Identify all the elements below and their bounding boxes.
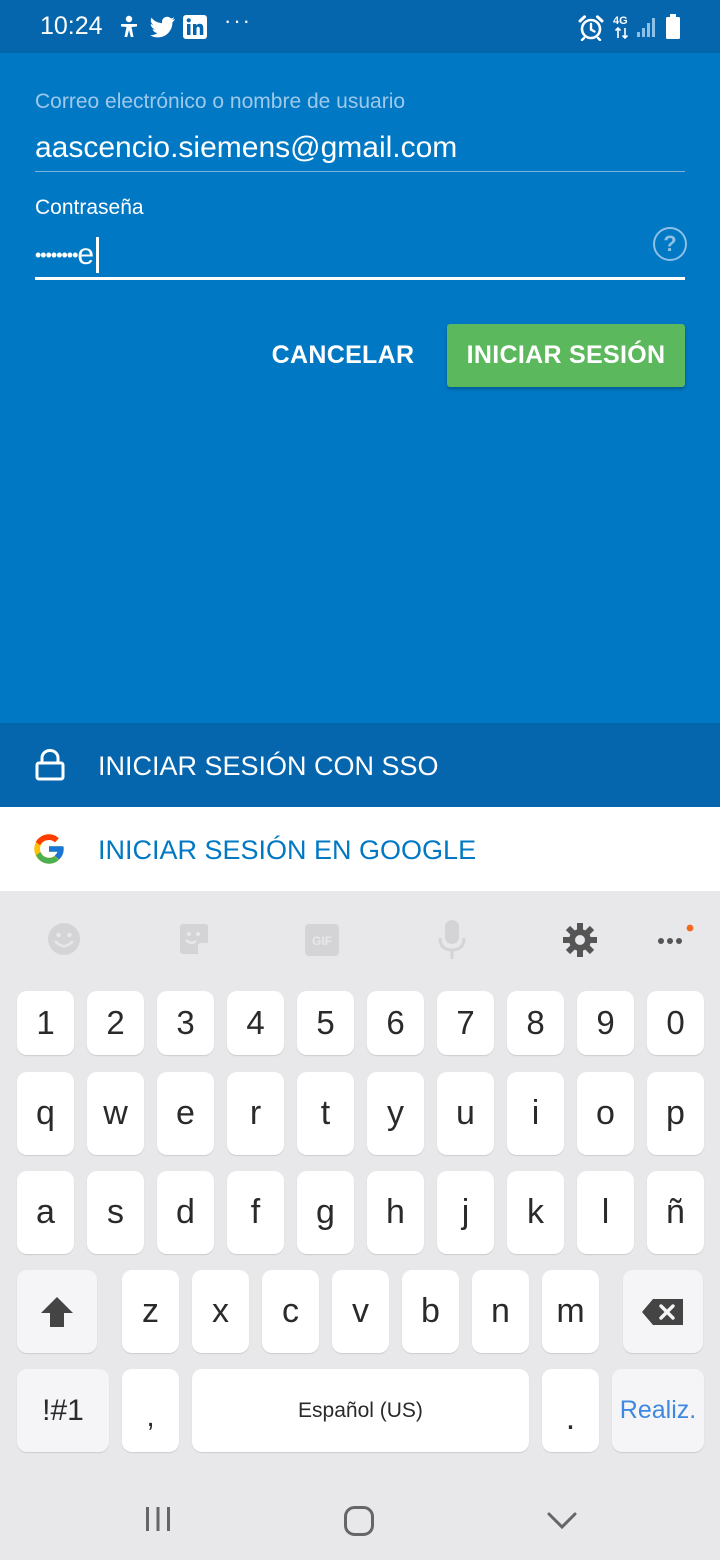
- battery-icon: [665, 14, 681, 45]
- key-c[interactable]: c: [262, 1270, 319, 1353]
- shift-key[interactable]: [17, 1270, 97, 1353]
- password-label: Contraseña: [35, 196, 144, 219]
- signin-button[interactable]: INICIAR SESIÓN: [447, 324, 685, 387]
- cancel-button[interactable]: CANCELAR: [262, 324, 424, 387]
- key-w[interactable]: w: [87, 1072, 144, 1155]
- key-x[interactable]: x: [192, 1270, 249, 1353]
- recents-icon[interactable]: [144, 1504, 172, 1539]
- status-time: 10:24: [40, 12, 103, 40]
- text-caret: [96, 237, 100, 273]
- key-v[interactable]: v: [332, 1270, 389, 1353]
- alarm-icon: [578, 15, 604, 46]
- 4g-icon: 4G: [612, 13, 634, 46]
- key-r[interactable]: r: [227, 1072, 284, 1155]
- key-8[interactable]: 8: [507, 991, 564, 1055]
- key-k[interactable]: k: [507, 1171, 564, 1254]
- key-h[interactable]: h: [367, 1171, 424, 1254]
- accessibility-icon: [118, 15, 140, 44]
- sso-label: INICIAR SESIÓN CON SSO: [98, 751, 439, 781]
- keyboard: GIF 1 2 3 4 5 6 7 8 9 0 q w e r t y u i …: [0, 891, 720, 1480]
- email-label: Correo electrónico o nombre de usuario: [35, 90, 406, 113]
- key-4[interactable]: 4: [227, 991, 284, 1055]
- comma-key[interactable]: ,: [122, 1369, 179, 1452]
- shift-icon: [41, 1296, 73, 1327]
- key-l[interactable]: l: [577, 1171, 634, 1254]
- google-icon: [31, 831, 67, 872]
- gif-icon[interactable]: GIF: [305, 924, 339, 961]
- key-9[interactable]: 9: [577, 991, 634, 1055]
- navigation-bar: [0, 1480, 720, 1560]
- key-f[interactable]: f: [227, 1171, 284, 1254]
- twitter-icon: [150, 16, 176, 43]
- key-7[interactable]: 7: [437, 991, 494, 1055]
- symbols-key[interactable]: !#1: [17, 1369, 109, 1452]
- linkedin-icon: [183, 15, 207, 44]
- key-p[interactable]: p: [647, 1072, 704, 1155]
- key-e[interactable]: e: [157, 1072, 214, 1155]
- signal-icon: [636, 16, 658, 43]
- sticker-icon[interactable]: [176, 921, 212, 962]
- microphone-icon[interactable]: [437, 919, 467, 966]
- key-y[interactable]: y: [367, 1072, 424, 1155]
- key-m[interactable]: m: [542, 1270, 599, 1353]
- key-z[interactable]: z: [122, 1270, 179, 1353]
- key-0[interactable]: 0: [647, 991, 704, 1055]
- more-options-icon[interactable]: [656, 922, 696, 957]
- email-field[interactable]: aascencio.siemens@gmail.com: [35, 131, 457, 165]
- password-mask: ••••••••: [35, 244, 78, 265]
- backspace-key[interactable]: [623, 1270, 703, 1353]
- key-d[interactable]: d: [157, 1171, 214, 1254]
- key-n[interactable]: n: [472, 1270, 529, 1353]
- password-field[interactable]: •••••••• e: [35, 237, 100, 273]
- back-icon[interactable]: [546, 1510, 578, 1537]
- key-i[interactable]: i: [507, 1072, 564, 1155]
- key-6[interactable]: 6: [367, 991, 424, 1055]
- home-icon[interactable]: [343, 1505, 375, 1542]
- key-u[interactable]: u: [437, 1072, 494, 1155]
- google-signin-button[interactable]: INICIAR SESIÓN EN GOOGLE: [0, 807, 720, 891]
- help-icon[interactable]: ?: [653, 227, 687, 261]
- period-key[interactable]: .: [542, 1369, 599, 1452]
- svg-text:GIF: GIF: [312, 934, 332, 948]
- key-t[interactable]: t: [297, 1072, 354, 1155]
- more-notifications-icon: ···: [224, 8, 252, 33]
- password-underline: [35, 277, 685, 280]
- settings-icon[interactable]: [562, 922, 598, 963]
- emoji-icon[interactable]: [46, 921, 82, 962]
- key-g[interactable]: g: [297, 1171, 354, 1254]
- key-a[interactable]: a: [17, 1171, 74, 1254]
- login-panel: Correo electrónico o nombre de usuario a…: [0, 53, 720, 723]
- key-n-tilde[interactable]: ñ: [647, 1171, 704, 1254]
- key-5[interactable]: 5: [297, 991, 354, 1055]
- backspace-icon: [642, 1298, 683, 1325]
- key-j[interactable]: j: [437, 1171, 494, 1254]
- done-key[interactable]: Realiz.: [612, 1369, 704, 1452]
- status-bar: 10:24 ··· 4G: [0, 0, 720, 53]
- key-q[interactable]: q: [17, 1072, 74, 1155]
- lock-icon: [35, 748, 65, 786]
- email-underline: [35, 171, 685, 172]
- key-s[interactable]: s: [87, 1171, 144, 1254]
- google-label: INICIAR SESIÓN EN GOOGLE: [98, 835, 477, 865]
- key-1[interactable]: 1: [17, 991, 74, 1055]
- password-last-char: e: [77, 238, 96, 271]
- svg-text:4G: 4G: [613, 15, 628, 27]
- key-b[interactable]: b: [402, 1270, 459, 1353]
- key-3[interactable]: 3: [157, 991, 214, 1055]
- key-o[interactable]: o: [577, 1072, 634, 1155]
- space-key[interactable]: Español (US): [192, 1369, 529, 1452]
- sso-signin-button[interactable]: INICIAR SESIÓN CON SSO: [0, 723, 720, 807]
- key-2[interactable]: 2: [87, 991, 144, 1055]
